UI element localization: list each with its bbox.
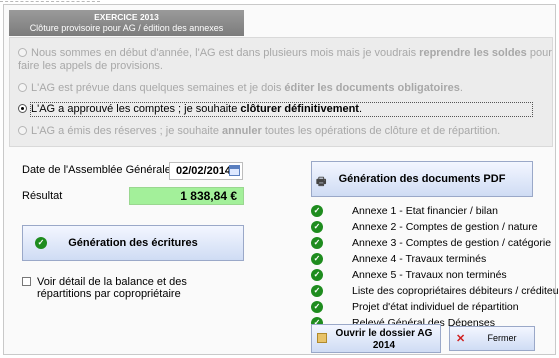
exercise-subtitle: Clôture provisoire pour AG / édition des… (29, 23, 224, 33)
check-circle-icon: ✓ (311, 237, 323, 249)
open-folder-button[interactable]: Ouvrir le dossier AG 2014 (311, 324, 441, 353)
result-value: 1 838,84 € (129, 187, 244, 205)
generate-entries-button[interactable]: ✓ Génération des écritures (22, 225, 244, 261)
date-label: Date de l'Assemblée Générale (22, 164, 171, 176)
check-circle-icon: ✓ (311, 253, 323, 265)
check-circle-icon: ✓ (311, 221, 323, 233)
close-x-icon: ✕ (456, 333, 466, 345)
close-label: Fermer (487, 333, 517, 343)
check-circle-icon: ✓ (311, 301, 323, 313)
radio-icon[interactable] (18, 126, 27, 135)
radio-icon[interactable] (18, 83, 27, 92)
option-cloturer[interactable]: L'AG a approuvé les comptes ; je souhait… (18, 103, 362, 116)
check-circle-icon: ✓ (311, 285, 323, 297)
close-button[interactable]: ✕ Fermer (449, 326, 535, 351)
folder-icon (317, 333, 327, 343)
calendar-icon[interactable] (229, 165, 240, 176)
balance-detail-checkbox[interactable] (22, 277, 31, 286)
result-label: Résultat (22, 190, 63, 202)
balance-detail-label: Voir détail de la balance et des réparti… (37, 276, 187, 300)
open-folder-label: Ouvrir le dossier AG 2014 (335, 328, 433, 351)
date-field[interactable]: 02/02/2014 (169, 162, 243, 180)
generate-pdf-label: Génération des documents PDF (338, 173, 506, 185)
check-circle-icon: ✓ (311, 205, 323, 217)
check-circle-icon: ✓ (311, 269, 323, 281)
option-annuler[interactable]: L'AG a émis des réserves ; je souhaite a… (18, 125, 500, 138)
option-editer-documents[interactable]: L'AG est prévue dans quelques semaines e… (18, 82, 463, 95)
radio-icon[interactable] (18, 48, 27, 57)
exercise-header: EXERCICE 2013 Clôture provisoire pour AG… (9, 10, 244, 36)
option-reprendre-soldes[interactable]: Nous sommes en début d'année, l'AG est d… (18, 47, 552, 73)
top-dashed-line (0, 1, 100, 2)
generate-pdf-button[interactable]: 🖶 Génération des documents PDF (311, 161, 533, 197)
radio-selected-icon[interactable] (18, 104, 27, 113)
generate-entries-label: Génération des écritures (68, 237, 198, 249)
exercise-title: EXERCICE 2013 (94, 12, 159, 22)
date-value: 02/02/2014 (176, 165, 232, 177)
